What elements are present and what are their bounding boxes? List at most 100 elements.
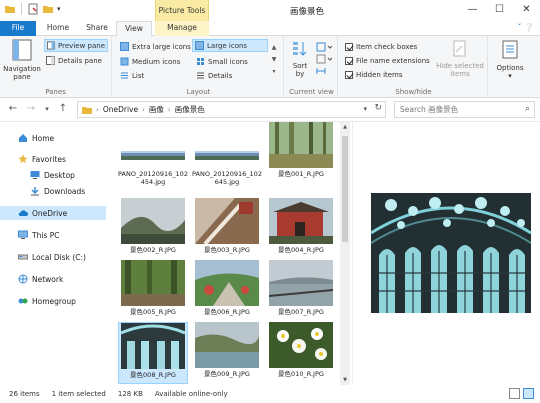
large-icons-view-button[interactable] — [523, 388, 534, 399]
properties-icon[interactable] — [27, 3, 39, 15]
nav-item-this-pc[interactable]: This PC — [0, 228, 106, 242]
maximize-button[interactable]: ☐ — [486, 0, 513, 21]
search-icon[interactable]: ⌕ — [525, 102, 530, 117]
layout-large-icons[interactable]: Large icons — [192, 39, 268, 52]
scrollbar-thumb[interactable] — [342, 136, 348, 242]
close-button[interactable]: ✕ — [513, 0, 540, 21]
file-tile[interactable]: 景色002_R.JPG — [118, 198, 188, 258]
file-name: 景色007_R.JPG — [278, 308, 324, 316]
nav-item-label: Home — [32, 133, 55, 143]
folder-icon — [82, 106, 92, 114]
file-tile[interactable]: 景色010_R.JPG — [266, 322, 336, 384]
nav-item-local-disk[interactable]: Local Disk (C:) — [0, 250, 106, 264]
layout-extra-large-icons[interactable]: Extra large icons — [118, 40, 193, 53]
tab-home[interactable]: Home — [38, 21, 78, 36]
nav-item-homegroup[interactable]: Homegroup — [0, 294, 106, 308]
file-name-extensions-toggle[interactable]: File name extensions — [343, 54, 432, 67]
file-name: 景色008_R.JPG — [130, 371, 176, 379]
hidden-items-checkbox[interactable] — [345, 70, 353, 79]
image-thumbnail — [269, 322, 333, 368]
hidden-items-toggle[interactable]: Hidden items — [343, 68, 405, 81]
selection-size: 128 KB — [117, 390, 143, 398]
divider — [21, 3, 22, 15]
image-thumbnail — [120, 323, 186, 369]
nav-item-downloads[interactable]: Downloads — [0, 184, 106, 198]
options-button[interactable]: Options ▾ — [490, 40, 530, 80]
list-icon — [121, 72, 128, 79]
refresh-icon[interactable]: ↻ — [374, 103, 382, 113]
search-input[interactable]: Search 画像景色 ⌕ — [394, 101, 535, 118]
group-by-icon[interactable] — [316, 42, 332, 52]
layout-scroll-arrows[interactable]: ▲ ▼ ▾ — [270, 42, 278, 78]
size-columns-icon[interactable] — [316, 66, 332, 76]
layout-medium-icons[interactable]: Medium icons — [118, 55, 182, 68]
file-tile[interactable]: PANO_20120916_102454.jpg — [118, 122, 188, 198]
file-tile[interactable]: 景色001_R.JPG — [266, 122, 336, 188]
file-name-extensions-label: File name extensions — [356, 56, 430, 65]
context-tab-picture-tools: Picture Tools — [155, 0, 209, 21]
tab-view[interactable]: View — [116, 21, 152, 37]
file-name: 景色002_R.JPG — [130, 246, 176, 254]
scroll-down-icon[interactable]: ▼ — [340, 377, 350, 383]
hide-selected-items-button[interactable]: Hide selected items — [434, 40, 486, 78]
navigation-pane-button[interactable]: Navigation pane — [2, 39, 42, 81]
file-name-extensions-checkbox[interactable] — [345, 56, 353, 65]
image-thumbnail — [121, 260, 185, 306]
file-tile[interactable]: 景色004_R.JPG — [266, 198, 336, 258]
nav-item-network[interactable]: Network — [0, 272, 106, 286]
breadcrumb-onedrive[interactable]: OneDrive — [103, 105, 138, 114]
tab-file[interactable]: File — [0, 21, 36, 36]
customize-qat-chevron-icon[interactable]: ▾ — [57, 5, 61, 13]
nav-item-onedrive[interactable]: OneDrive — [0, 206, 106, 220]
minimize-button[interactable]: — — [459, 0, 486, 21]
nav-item-home[interactable]: Home — [0, 131, 106, 145]
layout-small-icons[interactable]: Small icons — [194, 55, 250, 68]
tab-share[interactable]: Share — [78, 21, 116, 36]
file-tile[interactable]: 景色007_R.JPG — [266, 260, 336, 320]
nav-item-favorites[interactable]: Favorites — [0, 152, 106, 166]
homegroup-icon — [18, 298, 28, 304]
vertical-scrollbar[interactable]: ▲ ▼ — [340, 122, 350, 385]
new-folder-icon[interactable] — [42, 3, 54, 15]
file-name: 景色004_R.JPG — [278, 246, 324, 254]
ribbon-tabs: File Home Share View Manage ˇ ❔ — [0, 21, 540, 37]
breadcrumb-current[interactable]: 画像景色 — [175, 104, 205, 115]
item-check-boxes-toggle[interactable]: Item check boxes — [343, 40, 419, 53]
details-view-button[interactable] — [509, 388, 520, 399]
file-tile[interactable]: 景色005_R.JPG — [118, 260, 188, 320]
scroll-up-icon[interactable]: ▲ — [340, 124, 350, 130]
preview-pane-button[interactable]: Preview pane — [44, 39, 108, 52]
search-placeholder: Search 画像景色 — [400, 105, 459, 114]
file-tile[interactable]: 景色006_R.JPG — [192, 260, 262, 320]
add-columns-icon[interactable] — [316, 54, 332, 64]
forward-button[interactable]: → — [24, 102, 38, 116]
item-check-boxes-checkbox[interactable] — [345, 42, 353, 51]
recent-locations-chevron-icon[interactable]: ▾ — [40, 102, 54, 116]
address-bar-row: ← → ▾ ↑ › OneDrive › 画像 › 画像景色 ▾ ↻ Searc… — [0, 98, 540, 122]
layout-details[interactable]: Details — [194, 69, 234, 82]
breadcrumb-pictures[interactable]: 画像 — [149, 104, 164, 115]
address-bar[interactable]: › OneDrive › 画像 › 画像景色 ▾ ↻ — [77, 101, 386, 118]
address-history-chevron-icon[interactable]: ▾ — [363, 105, 367, 113]
group-layout: Extra large icons Large icons Medium ico… — [114, 36, 284, 98]
help-icon[interactable]: ˇ ❔ — [517, 23, 534, 32]
tab-manage[interactable]: Manage — [155, 21, 209, 36]
file-tile[interactable]: 景色003_R.JPG — [192, 198, 262, 258]
file-tile[interactable]: 景色009_R.JPG — [192, 322, 262, 384]
layout-list[interactable]: List — [118, 69, 146, 82]
sort-by-button[interactable]: Sort by — [288, 40, 312, 78]
item-check-boxes-label: Item check boxes — [356, 42, 418, 51]
sort-by-label: Sort by — [292, 62, 308, 78]
availability-status: Available online-only — [154, 390, 228, 398]
image-thumbnail — [195, 260, 259, 306]
file-tile-selected[interactable]: 景色008_R.JPG — [118, 322, 188, 384]
nav-item-desktop[interactable]: Desktop — [0, 168, 106, 182]
group-current-view: Sort by Current view — [286, 36, 338, 98]
up-button[interactable]: ↑ — [56, 102, 70, 116]
cloud-icon — [18, 210, 28, 216]
group-label-show-hide: Show/hide — [395, 88, 432, 96]
details-pane-button[interactable]: Details pane — [44, 54, 104, 67]
file-tile[interactable]: PANO_20120916_102645.jpg — [192, 122, 262, 198]
image-thumbnail — [121, 198, 185, 244]
back-button[interactable]: ← — [6, 102, 20, 116]
